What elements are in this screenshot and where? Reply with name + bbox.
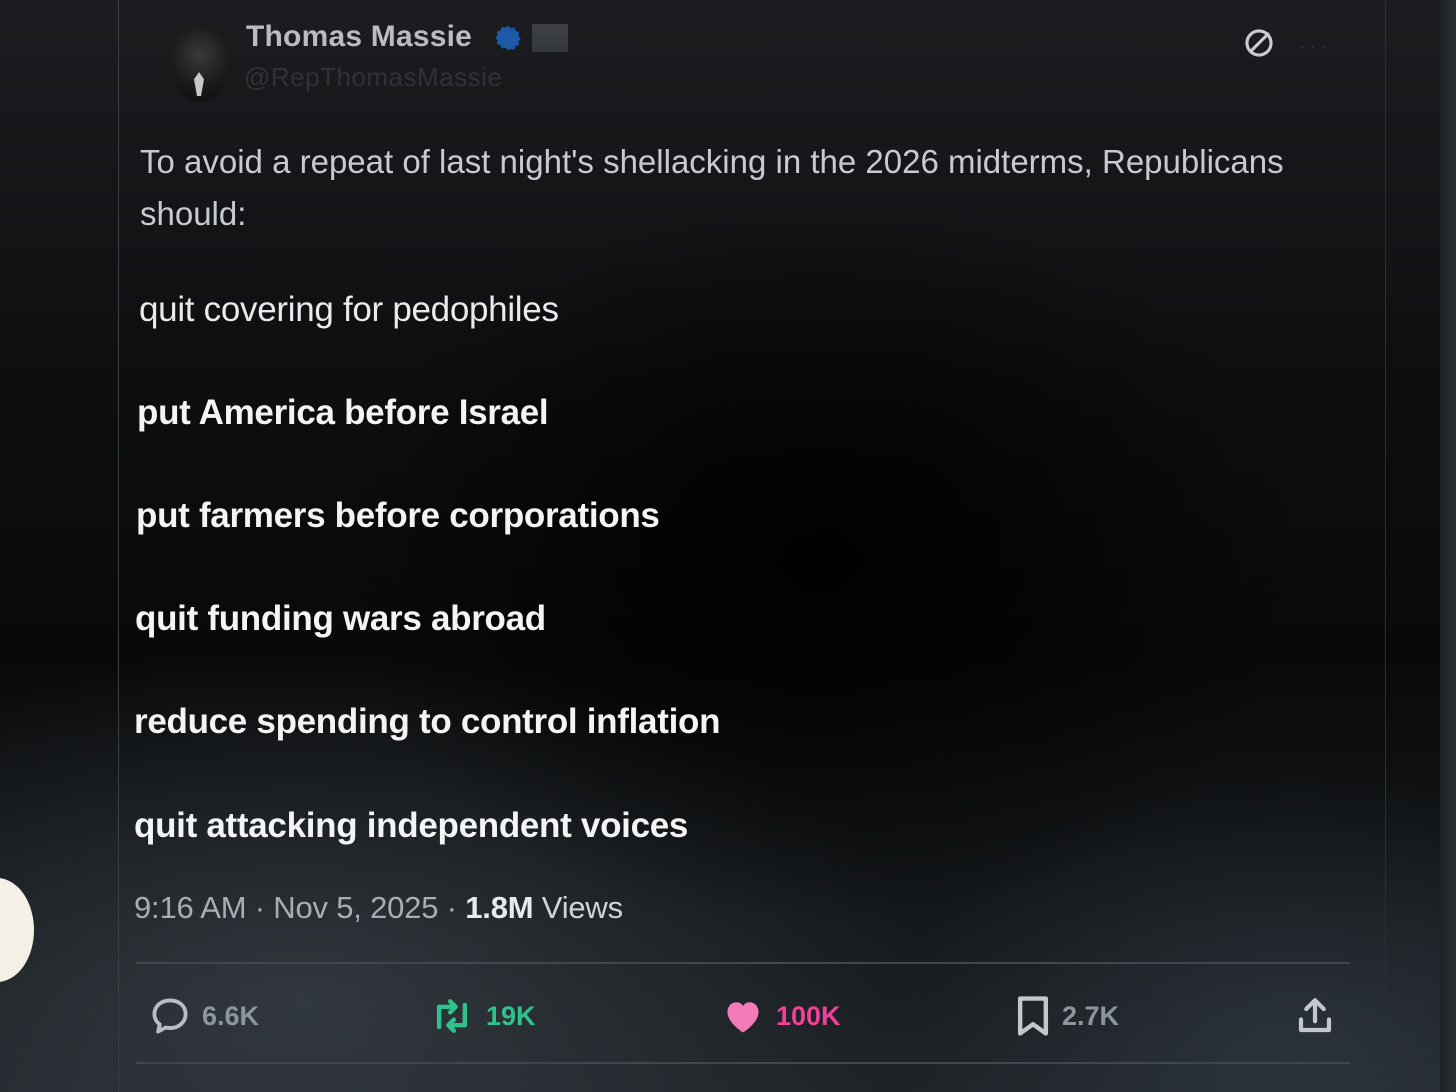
more-icon[interactable]: ··· — [1298, 30, 1330, 61]
bookmark-count: 2.7K — [1062, 1000, 1120, 1031]
foreground-object — [0, 878, 34, 982]
flag-icon — [532, 24, 568, 52]
tweet-point-5: reduce spending to control inflation — [134, 702, 721, 741]
avatar-tie — [194, 72, 204, 96]
meta-separator: · — [438, 890, 466, 925]
views-count[interactable]: 1.8M — [465, 890, 533, 925]
tweet-point-3: put farmers before corporations — [136, 496, 660, 535]
monitor-bezel — [1440, 0, 1456, 1092]
repost-icon — [436, 999, 468, 1033]
author-handle[interactable]: @RepThomasMassie — [244, 62, 502, 93]
author-name[interactable]: Thomas Massie — [246, 20, 472, 54]
screen: Thomas Massie @RepThomasMassie ··· To av… — [0, 0, 1456, 1092]
meta-separator: · — [246, 890, 274, 925]
tweet-meta: 9:16 AM · Nov 5, 2025 · 1.8M Views — [134, 890, 623, 926]
tweet-date[interactable]: Nov 5, 2025 — [273, 890, 438, 925]
reply-count: 6.6K — [202, 1000, 260, 1031]
like-button[interactable]: 100K — [720, 994, 841, 1038]
heart-icon — [727, 1002, 759, 1033]
avatar[interactable] — [170, 24, 230, 102]
tweet-point-4: quit funding wars abroad — [135, 599, 546, 638]
tweet-intro: To avoid a repeat of last night's shella… — [140, 143, 1284, 232]
grok-icon[interactable] — [1242, 26, 1276, 60]
tweet-point-6: quit attacking independent voices — [134, 806, 689, 845]
bookmark-icon — [1017, 996, 1049, 1036]
reply-button[interactable]: 6.6K — [148, 994, 259, 1038]
tweet-point-1: quit covering for pedophiles — [139, 290, 559, 329]
views-label: Views — [533, 890, 623, 925]
share-icon — [1298, 998, 1332, 1033]
repost-count: 19K — [486, 1000, 536, 1031]
like-count: 100K — [776, 1000, 841, 1031]
divider — [136, 962, 1350, 964]
verified-icon — [495, 25, 521, 51]
tweet-point-2: put America before Israel — [137, 393, 549, 432]
repost-button[interactable]: 19K — [428, 994, 536, 1038]
reply-icon — [152, 998, 188, 1034]
divider — [136, 1062, 1350, 1064]
tweet-time[interactable]: 9:16 AM — [134, 890, 247, 925]
bookmark-button[interactable]: 2.7K — [1014, 994, 1119, 1038]
share-button[interactable] — [1294, 994, 1346, 1038]
